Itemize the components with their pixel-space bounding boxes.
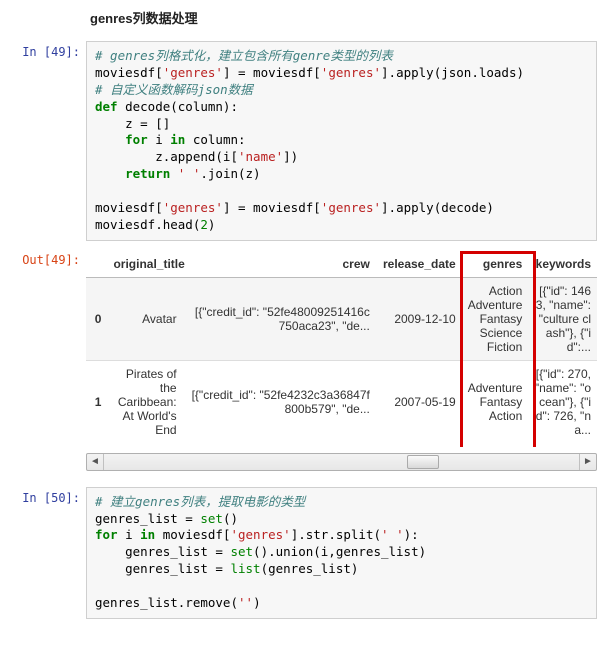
row-index: 1 [86,360,107,443]
table-row: 0 Avatar [{"credit_id": "52fe48009251416… [86,277,597,360]
horizontal-scrollbar[interactable]: ◄ ► [86,453,597,471]
cell-out-49: Out[49]: original_title [0,249,601,471]
cell-genres: Adventure Fantasy Action [462,360,529,443]
cell-keywords: [{"id": 1463, "name": "culture clash"}, … [528,277,597,360]
dataframe-table: original_title crew release_date genres … [86,251,597,443]
cell-release-date: 2009-12-10 [376,277,462,360]
dataframe-wrap: original_title crew release_date genres … [86,251,597,447]
code-input-49[interactable]: # genres列格式化，建立包含所有genre类型的列表 moviesdf['… [86,41,597,241]
col-crew: crew [183,251,376,278]
output-prompt-49: Out[49]: [0,249,86,471]
col-genres: genres [462,251,529,278]
col-release-date: release_date [376,251,462,278]
code-input-50[interactable]: # 建立genres列表，提取电影的类型 genres_list = set()… [86,487,597,619]
notebook-root: genres列数据处理 In [49]: # genres列格式化，建立包含所有… [0,0,601,619]
cell-crew: [{"credit_id": "52fe4232c3a36847f800b579… [183,360,376,443]
cell-genres: Action Adventure Fantasy Science Fiction [462,277,529,360]
cell-original-title: Avatar [107,277,182,360]
col-keywords: keywords [528,251,597,278]
cell-in-49: In [49]: # genres列格式化，建立包含所有genre类型的列表 m… [0,41,601,241]
col-original-title: original_title [107,251,182,278]
table-row: 1 Pirates of the Caribbean: At World's E… [86,360,597,443]
input-prompt-49: In [49]: [0,41,86,241]
scroll-right-arrow-icon[interactable]: ► [579,454,596,470]
section-heading: genres列数据处理 [90,8,601,27]
row-index: 0 [86,277,107,360]
cell-original-title: Pirates of the Caribbean: At World's End [107,360,182,443]
cell-release-date: 2007-05-19 [376,360,462,443]
output-area-49: original_title crew release_date genres … [86,251,597,471]
cell-in-50: In [50]: # 建立genres列表，提取电影的类型 genres_lis… [0,487,601,619]
table-header-row: original_title crew release_date genres … [86,251,597,278]
cell-crew: [{"credit_id": "52fe48009251416c750aca23… [183,277,376,360]
cell-keywords: [{"id": 270, "name": "ocean"}, {"id": 72… [528,360,597,443]
scrollbar-thumb[interactable] [407,455,439,469]
input-prompt-50: In [50]: [0,487,86,619]
scroll-left-arrow-icon[interactable]: ◄ [87,454,104,470]
